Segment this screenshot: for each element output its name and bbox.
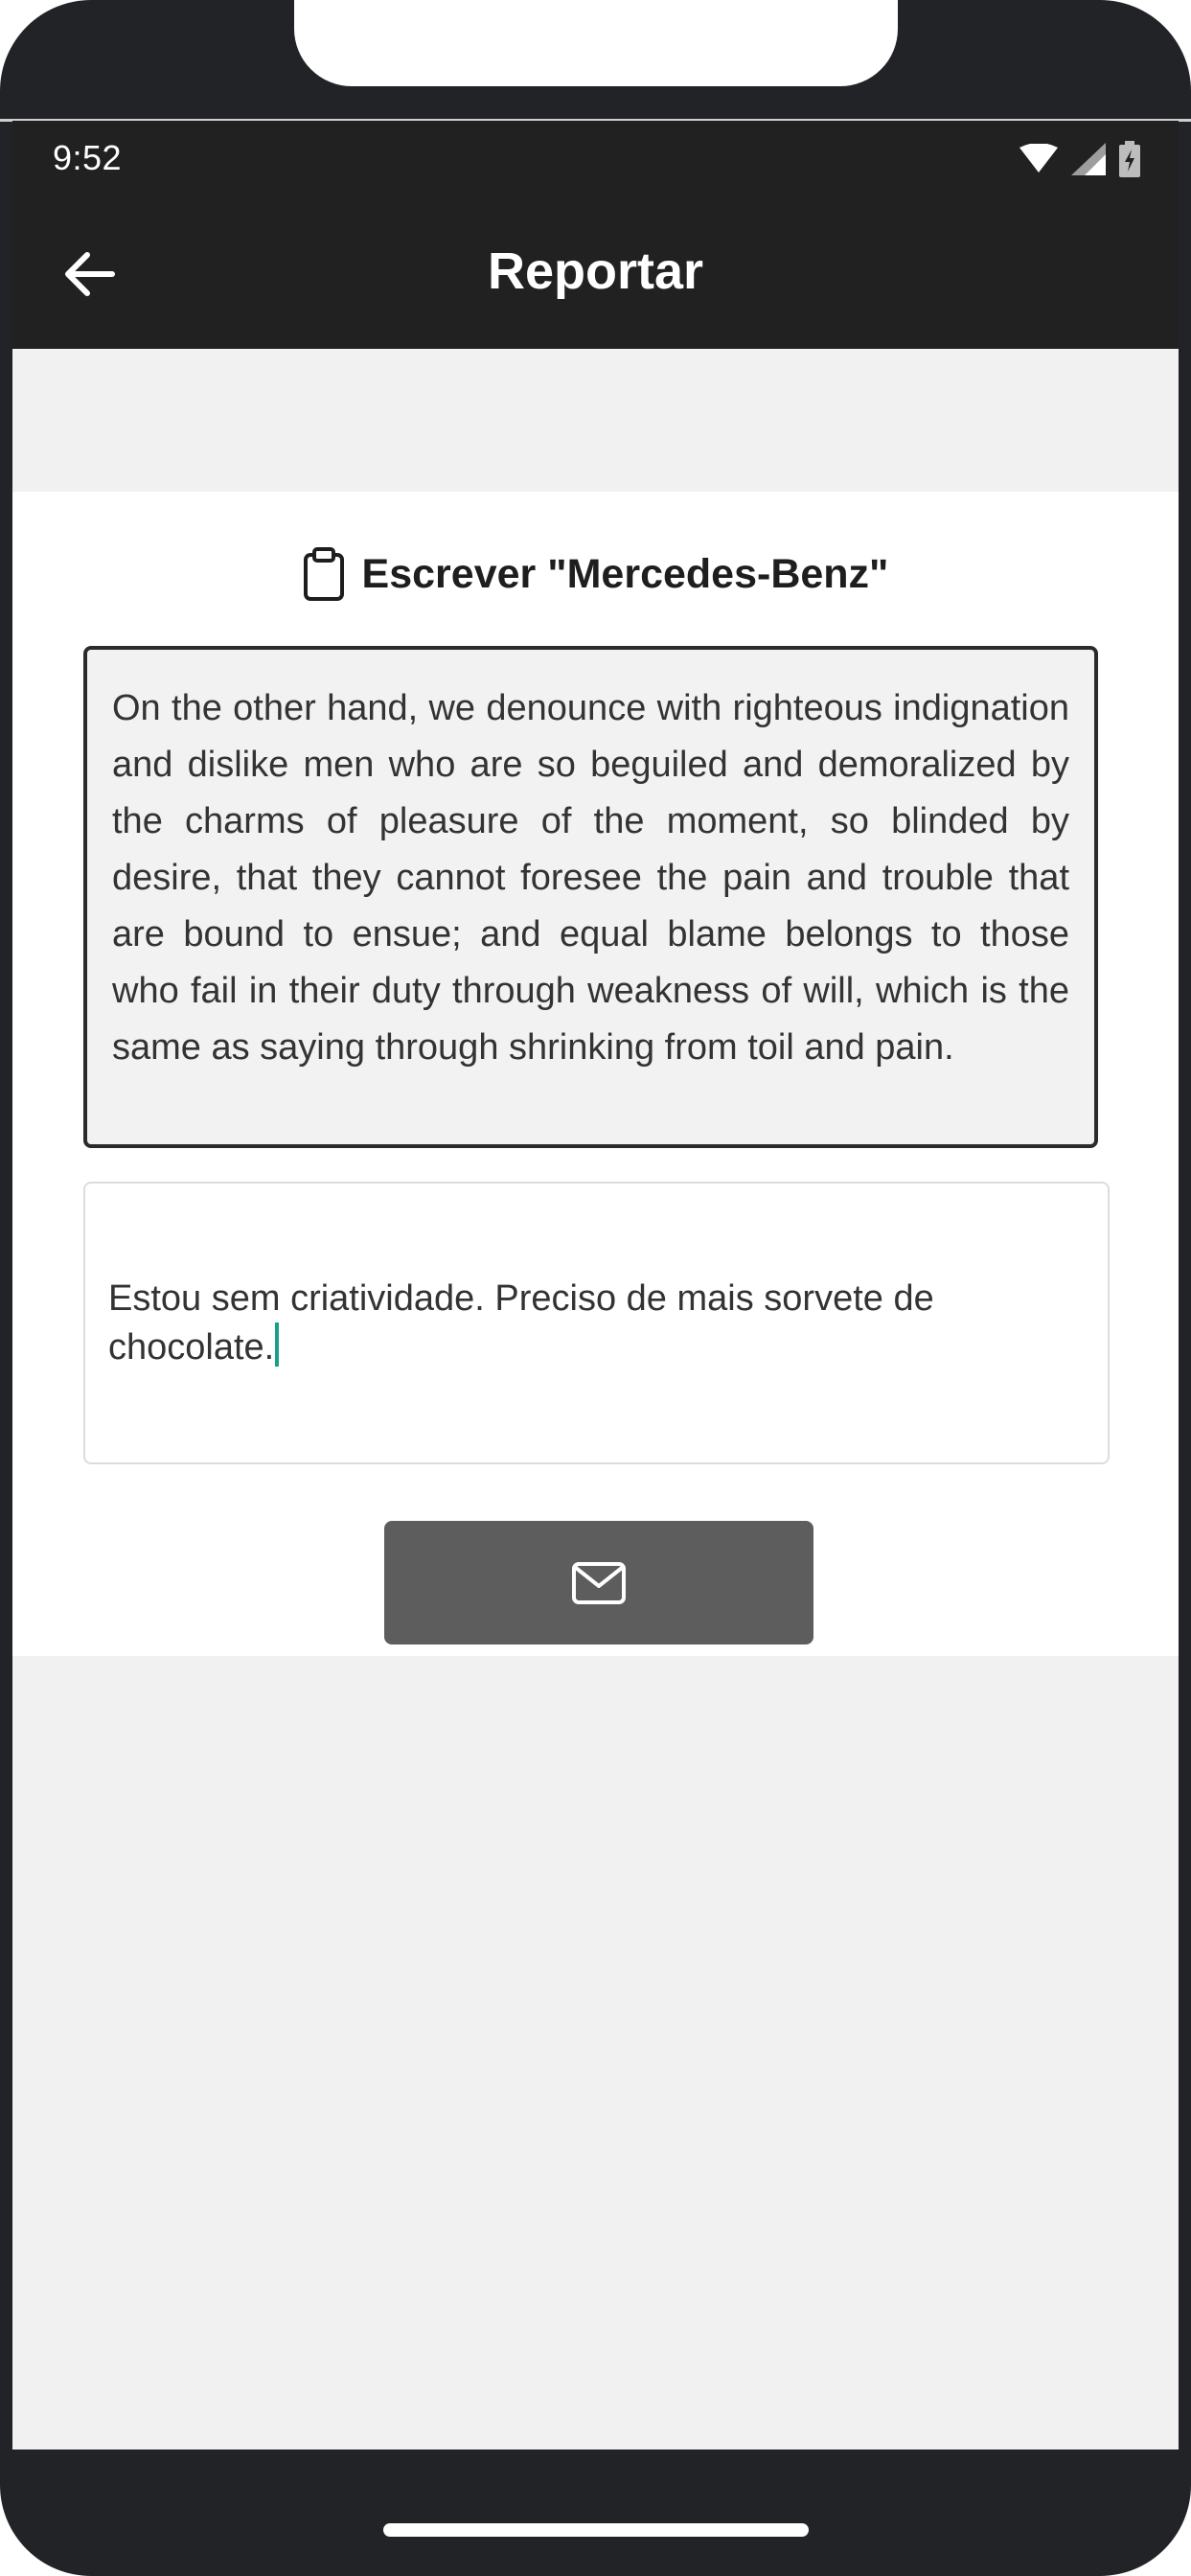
battery-charging-icon [1119,141,1140,177]
text-caret [275,1322,280,1367]
clipboard-icon [303,547,344,601]
prompt-text: Escrever "Mercedes-Benz" [361,550,889,597]
phone-top-bezel [0,0,1191,121]
status-time: 9:52 [53,138,123,177]
page-title: Reportar [487,242,704,300]
status-icons [1019,140,1140,178]
report-text-value: Estou sem criatividade. Preciso de mais … [108,1277,934,1368]
quote-text: On the other hand, we denounce with righ… [112,688,1069,1068]
envelope-icon [572,1561,626,1604]
quote-box: On the other hand, we denounce with righ… [83,646,1098,1148]
wifi-icon [1019,144,1058,172]
phone-notch [294,0,898,86]
report-card: Escrever "Mercedes-Benz" On the other ha… [12,492,1179,1656]
home-indicator[interactable] [383,2523,809,2537]
send-button[interactable] [384,1521,813,1644]
app-bar: Reportar [12,196,1179,349]
prompt-heading: Escrever "Mercedes-Benz" [12,547,1179,601]
app-screen: 9:52 Reportar Escrever "Mercedes-Benz" O… [12,121,1179,2450]
cell-signal-icon [1071,143,1106,175]
report-text-input[interactable]: Estou sem criatividade. Preciso de mais … [83,1182,1110,1464]
status-bar: 9:52 [12,121,1179,196]
phone-frame: 9:52 Reportar Escrever "Mercedes-Benz" O… [0,0,1191,2576]
